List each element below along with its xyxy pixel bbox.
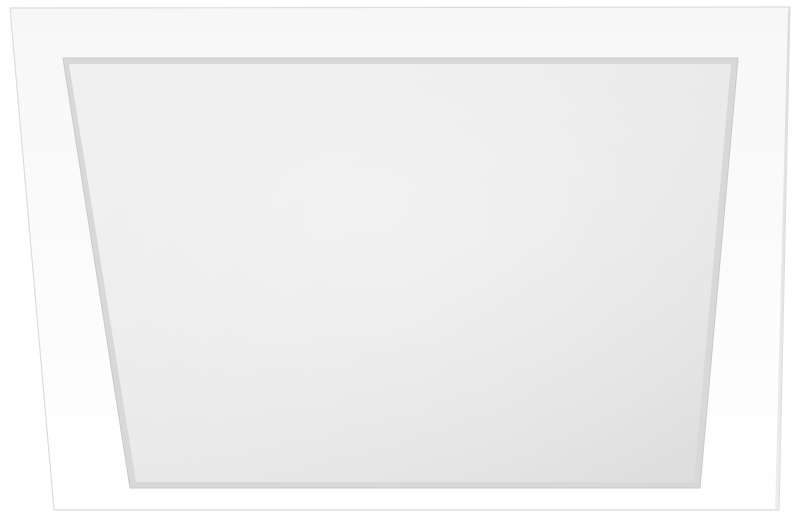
product-photo xyxy=(0,0,800,516)
ceiling-panel-illustration xyxy=(9,6,791,511)
light-diffuser-glow xyxy=(69,64,731,482)
